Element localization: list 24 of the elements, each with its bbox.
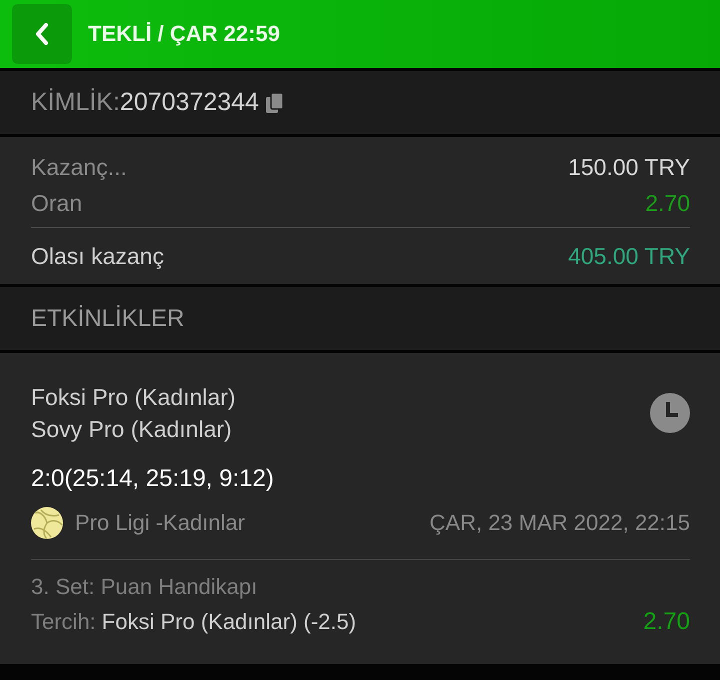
pick-text: Foksi Pro (Kadınlar) (-2.5): [102, 609, 358, 635]
chevron-left-icon: [34, 22, 50, 46]
event-date: ÇAR, 23 MAR 2022, 22:15: [430, 510, 690, 536]
summary-label: Olası kazanç: [31, 242, 164, 270]
id-value: 2070372344: [120, 88, 259, 117]
copy-icon[interactable]: [264, 92, 285, 114]
summary-label: Oran: [31, 190, 82, 216]
team-name: Sovy Pro (Kadınlar): [31, 415, 233, 444]
summary-value: 150.00 TRY: [568, 154, 690, 180]
odds-value: 2.70: [643, 608, 690, 636]
clock-icon: [650, 393, 690, 433]
league-name: Pro Ligi -Kadınlar: [75, 510, 246, 536]
summary-value: 2.70: [645, 190, 690, 216]
summary-label: Kazanç...: [31, 154, 127, 180]
summary-value: 405.00 TRY: [568, 242, 690, 270]
market-name: 3. Set: Puan Handikapı: [31, 574, 258, 600]
header-title: TEKLİ / ÇAR 22:59: [88, 21, 280, 47]
id-label: KİMLİK:: [31, 88, 120, 117]
pick-label: Tercih:: [31, 609, 96, 635]
section-title: ETKİNLİKLER: [31, 304, 184, 332]
back-button[interactable]: [12, 4, 72, 64]
team-name: Foksi Pro (Kadınlar): [31, 383, 236, 412]
volleyball-icon: [31, 507, 63, 539]
score-text: 2:0(25:14, 25:19, 9:12): [31, 465, 275, 493]
